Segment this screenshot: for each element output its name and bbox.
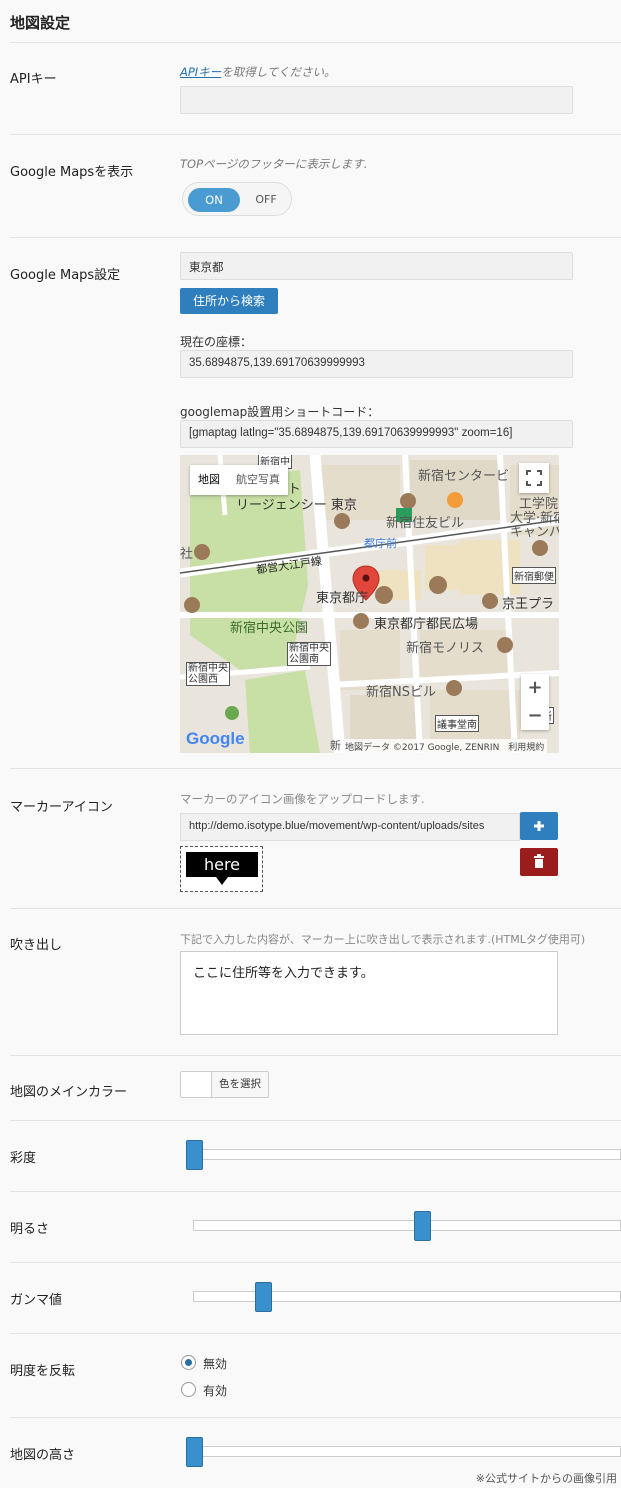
fullscreen-button[interactable]	[519, 463, 549, 493]
height-label: 地図の高さ	[10, 1448, 76, 1463]
divider	[10, 1120, 621, 1121]
invert-label: 明度を反転	[10, 1364, 76, 1379]
map-label: 新宿中央公園	[230, 621, 309, 636]
api-key-label: APIキー	[10, 72, 57, 87]
marker-preview-tail	[216, 877, 228, 885]
map-footer: 地図データ ©2017 Google, ZENRIN 利用規約	[342, 739, 548, 753]
api-key-link[interactable]: APIキー	[180, 65, 221, 79]
delete-marker-button[interactable]	[520, 848, 558, 876]
balloon-textarea[interactable]: ここに住所等を入力できます。	[180, 951, 558, 1035]
map-label: 新宿NSビル	[366, 685, 436, 700]
search-address-button[interactable]: 住所から検索	[180, 288, 278, 314]
map-label: 新宿モノリス	[406, 641, 485, 656]
zoom-out-button[interactable]: −	[521, 702, 549, 730]
divider	[10, 768, 621, 769]
shortcode-input[interactable]: [gmaptag latlng="35.6894875,139.69170639…	[180, 420, 573, 448]
map-label: 新宿センタービ	[418, 469, 510, 484]
show-maps-desc: TOPページのフッターに表示します.	[180, 157, 368, 171]
marker-icon-desc: マーカーのアイコン画像をアップロードします.	[180, 792, 425, 806]
footnote: ※公式サイトからの画像引用	[475, 1472, 617, 1485]
invert-radio-enabled[interactable]	[181, 1382, 196, 1397]
map-label: キャンパ	[510, 525, 559, 540]
brightness-slider-track[interactable]	[193, 1220, 621, 1231]
zoom-control[interactable]: + −	[521, 674, 549, 730]
api-key-desc-text: を取得してください。	[221, 65, 336, 79]
divider	[10, 1417, 621, 1418]
marker-preview-bubble: here	[186, 852, 258, 877]
map-label: リージェンシー 東京	[236, 498, 357, 513]
coords-input[interactable]: 35.6894875,139.69170639999993	[180, 350, 573, 378]
color-swatch	[181, 1072, 212, 1097]
invert-option-enabled-label: 有効	[203, 1384, 228, 1398]
api-key-desc: APIキーを取得してください。	[180, 64, 336, 80]
google-map[interactable]: ハイアット リージェンシー 東京 新宿センタービ 工学院 大学·新宿 キャンパ …	[180, 455, 559, 753]
google-logo: Google	[186, 729, 245, 748]
maps-settings-label: Google Maps設定	[10, 268, 121, 283]
marker-icon-label: マーカーアイコン	[10, 800, 113, 815]
plus-icon	[534, 821, 544, 831]
height-slider-handle[interactable]	[186, 1437, 203, 1467]
saturation-slider-handle[interactable]	[186, 1140, 203, 1170]
divider	[10, 1333, 621, 1334]
show-maps-toggle[interactable]: ON OFF	[182, 182, 292, 216]
map-copyright: 地図データ ©2017 Google, ZENRIN	[345, 743, 500, 753]
map-label: 新	[330, 739, 341, 752]
invert-option-disabled-label: 無効	[203, 1357, 228, 1371]
balloon-label: 吹き出し	[10, 938, 63, 953]
marker-icon-url-input[interactable]: http://demo.isotype.blue/movement/wp-con…	[180, 813, 520, 841]
map-label: 東京都庁都民広場	[374, 617, 479, 632]
map-label: 都庁前	[364, 537, 397, 550]
divider	[10, 42, 621, 43]
divider	[10, 134, 621, 135]
main-color-label: 地図のメインカラー	[10, 1085, 128, 1100]
height-slider-track[interactable]	[186, 1446, 621, 1457]
map-label: 社	[180, 547, 194, 562]
color-picker-button[interactable]: 色を選択	[180, 1071, 269, 1098]
map-label: 新宿住友ビル	[386, 516, 465, 531]
show-maps-label: Google Mapsを表示	[10, 165, 134, 180]
divider	[10, 237, 621, 238]
color-picker-label: 色を選択	[219, 1078, 261, 1090]
map-tab-map[interactable]: 地図	[190, 465, 228, 495]
map-label: 京王プラ	[502, 597, 555, 612]
invert-radio-disabled[interactable]	[181, 1355, 196, 1370]
gamma-label: ガンマ値	[10, 1293, 63, 1308]
divider	[10, 908, 621, 909]
saturation-slider-track[interactable]	[186, 1149, 621, 1160]
saturation-label: 彩度	[10, 1151, 37, 1166]
toggle-off[interactable]: OFF	[245, 188, 287, 212]
trash-icon	[534, 854, 544, 868]
map-label: 東京都庁	[316, 591, 369, 606]
brightness-slider-handle[interactable]	[414, 1211, 431, 1241]
brightness-label: 明るさ	[10, 1222, 50, 1237]
map-label: 議事堂南	[435, 715, 479, 732]
add-marker-button[interactable]	[520, 812, 558, 840]
shortcode-label: googlemap設置用ショートコード：	[180, 405, 380, 419]
radio-selected-dot	[185, 1359, 192, 1366]
divider	[10, 1055, 621, 1056]
toggle-on[interactable]: ON	[188, 188, 240, 212]
map-tab-satellite[interactable]: 航空写真	[228, 465, 288, 495]
map-terms-link[interactable]: 利用規約	[508, 743, 544, 753]
marker-preview: here	[180, 846, 263, 892]
balloon-desc: 下記で入力した内容が、マーカー上に吹き出しで表示されます.(HTMLタグ使用可)	[180, 933, 586, 946]
map-label: 新宿郵便	[512, 567, 556, 584]
fullscreen-icon	[526, 470, 542, 486]
address-input[interactable]: 東京都	[180, 252, 573, 280]
api-key-input[interactable]	[180, 86, 573, 114]
map-label: 新宿中央 公園南	[287, 642, 331, 666]
divider	[10, 1191, 621, 1192]
coords-label: 現在の座標：	[180, 335, 253, 349]
divider	[10, 1262, 621, 1263]
map-type-control[interactable]: 地図 航空写真	[190, 465, 288, 495]
zoom-in-button[interactable]: +	[521, 674, 549, 702]
gamma-slider-handle[interactable]	[255, 1282, 272, 1312]
section-title: 地図設定	[10, 14, 71, 32]
map-label: 新宿中央 公園西	[186, 662, 230, 686]
